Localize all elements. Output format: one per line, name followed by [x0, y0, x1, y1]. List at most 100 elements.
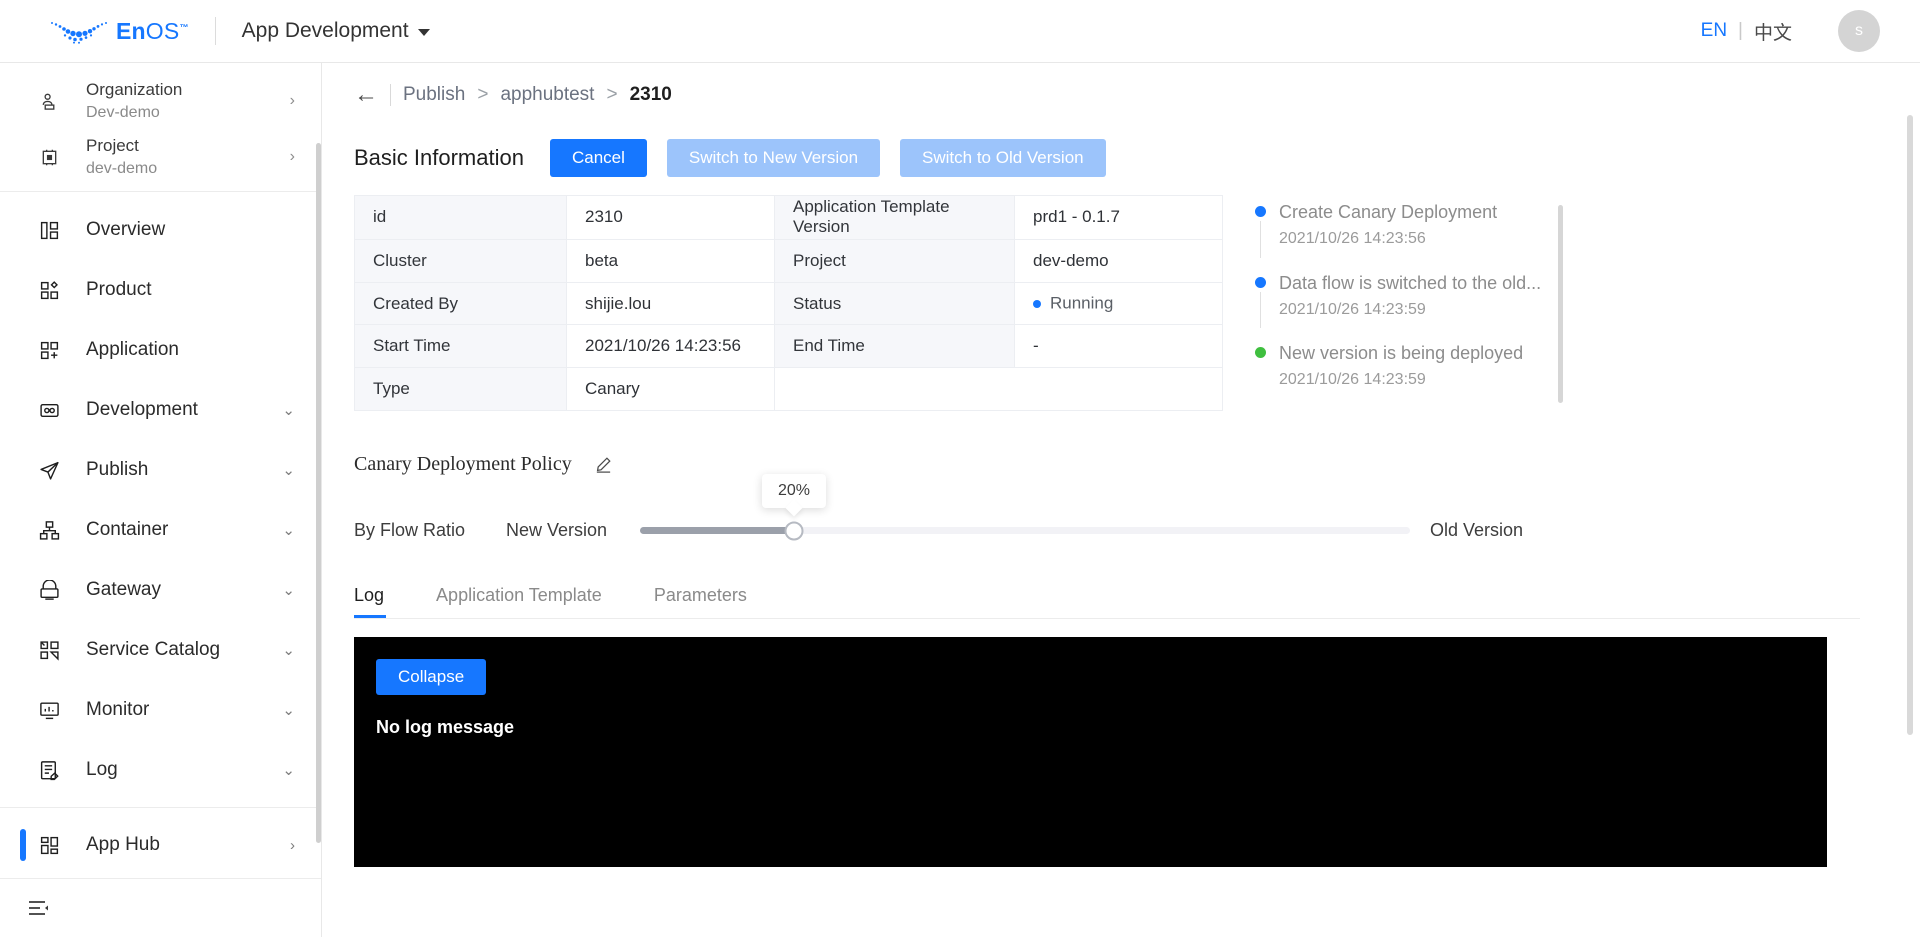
log-empty-message: No log message	[376, 717, 515, 738]
timeline-rail	[1245, 199, 1279, 258]
timeline-title: Data flow is switched to the old...	[1279, 272, 1542, 293]
lang-zh-option[interactable]: 中文	[1754, 18, 1792, 45]
sidebar-item-gateway[interactable]: Gateway ⌄	[0, 560, 321, 620]
slider-fill	[640, 527, 794, 535]
lang-en-option[interactable]: EN	[1701, 20, 1727, 42]
chevron-down-icon: ⌄	[282, 702, 295, 719]
sidebar-item-monitor[interactable]: Monitor ⌄	[0, 680, 321, 740]
lang-separator: |	[1738, 20, 1743, 41]
table-cell-label: Cluster	[354, 238, 567, 283]
organization-label: Organization	[86, 79, 183, 99]
gateway-icon	[36, 579, 62, 601]
table-cell-label: Start Time	[354, 324, 567, 369]
tab-log[interactable]: Log	[354, 585, 387, 620]
sidebar-item-service-catalog[interactable]: Service Catalog ⌄	[0, 620, 321, 680]
timeline-body: New version is being deployed 2021/10/26 …	[1279, 340, 1523, 393]
enos-logo-mark	[48, 18, 110, 44]
sidebar-item-log[interactable]: Log ⌄	[0, 740, 321, 800]
breadcrumb-separator: >	[477, 84, 489, 105]
flow-ratio-slider[interactable]: 20%	[640, 474, 1410, 541]
switch-to-old-version-button[interactable]: Switch to Old Version	[900, 139, 1106, 177]
app-switcher-label: App Development	[241, 19, 409, 42]
edit-pencil-icon[interactable]	[594, 455, 613, 474]
chevron-down-icon: ⌄	[282, 402, 295, 419]
breadcrumb-separator: >	[606, 84, 618, 105]
organization-icon	[36, 92, 62, 111]
table-cell-value: Canary	[566, 367, 775, 412]
status-badge: Running	[1014, 281, 1223, 326]
breadcrumb-current: 2310	[629, 84, 672, 105]
timeline-connector	[1260, 291, 1261, 329]
deployment-timeline: Create Canary Deployment 2021/10/26 14:23…	[1245, 195, 1625, 411]
header-divider	[214, 17, 216, 45]
logo-en: En	[116, 17, 146, 44]
sidebar-item-overview[interactable]: Overview	[0, 200, 321, 260]
tab-application-template[interactable]: Application Template	[436, 585, 602, 619]
language-switcher: EN | 中文	[1701, 18, 1792, 45]
table-cell-label: Created By	[354, 281, 567, 326]
container-icon	[36, 520, 62, 541]
sidebar-scrollbar[interactable]	[316, 143, 321, 843]
sidebar-item-label: Gateway	[86, 579, 161, 600]
app-switcher[interactable]: App Development	[242, 19, 430, 43]
chevron-down-icon: ⌄	[282, 522, 295, 539]
sidebar-item-container[interactable]: Container ⌄	[0, 500, 321, 560]
timeline-connector	[1260, 221, 1261, 258]
status-label: Running	[1050, 293, 1114, 313]
organization-value: Dev-demo	[86, 103, 160, 121]
publish-icon	[36, 460, 62, 481]
project-value: dev-demo	[86, 159, 158, 177]
project-label: Project	[86, 135, 139, 155]
application-icon	[36, 340, 62, 361]
sidebar-item-label: Application	[86, 339, 179, 360]
sidebar-context-block: Organization Dev-demo › Project dev-demo…	[0, 63, 321, 192]
status-dot-icon	[1033, 299, 1041, 308]
sidebar-item-publish[interactable]: Publish ⌄	[0, 440, 321, 500]
timeline-timestamp: 2021/10/26 14:23:59	[1279, 371, 1426, 389]
project-text: Project dev-demo	[86, 135, 157, 180]
main-scrollbar[interactable]	[1907, 115, 1913, 735]
sidebar-item-development[interactable]: Development ⌄	[0, 380, 321, 440]
breadcrumb-item-publish[interactable]: Publish	[403, 84, 465, 106]
cancel-button[interactable]: Cancel	[549, 139, 647, 177]
sidebar-item-project[interactable]: Project dev-demo ›	[0, 129, 321, 185]
sidebar-nav-list: Overview Product Application Development ⌄ Pu…	[0, 192, 321, 922]
timeline-timestamp: 2021/10/26 14:23:56	[1279, 229, 1426, 247]
collapse-sidebar-icon[interactable]	[28, 899, 50, 917]
sidebar-item-label: Container	[86, 519, 169, 540]
sidebar-item-app-hub[interactable]: App Hub ›	[0, 815, 321, 875]
chevron-right-icon: ›	[289, 148, 295, 165]
sidebar-item-label: Development	[86, 399, 198, 420]
table-cell-label: Status	[774, 281, 1015, 326]
canary-policy-header: Canary Deployment Policy	[322, 411, 1920, 476]
log-console: Collapse No log message	[354, 637, 1827, 868]
info-and-timeline-row: id 2310 Application Template Version prd1 -…	[322, 177, 1920, 412]
slider-handle[interactable]	[784, 521, 804, 541]
timeline-scrollbar[interactable]	[1558, 205, 1563, 403]
sidebar-item-organization[interactable]: Organization Dev-demo ›	[0, 73, 321, 129]
switch-to-new-version-button[interactable]: Switch to New Version	[666, 139, 881, 177]
chevron-down-icon	[417, 29, 430, 36]
avatar[interactable]: s	[1838, 10, 1880, 52]
table-cell-empty	[774, 367, 1223, 412]
timeline-title: New version is being deployed	[1279, 343, 1524, 364]
chevron-down-icon: ⌄	[282, 642, 295, 659]
table-row: Created By shijie.lou Status Running	[354, 281, 1223, 326]
app-hub-icon	[36, 835, 62, 856]
back-arrow-icon[interactable]: ←	[354, 83, 378, 107]
tab-parameters[interactable]: Parameters	[654, 585, 747, 619]
timeline-rail	[1245, 340, 1279, 393]
sidebar-item-label: App Hub	[86, 834, 160, 855]
collapse-button[interactable]: Collapse	[376, 659, 487, 696]
breadcrumb-item-apphubtest[interactable]: apphubtest	[500, 84, 594, 106]
sidebar-item-application[interactable]: Application	[0, 320, 321, 380]
timeline-item: Data flow is switched to the old... 2021/…	[1245, 270, 1625, 341]
new-version-label: New Version	[506, 520, 608, 541]
sidebar-footer	[0, 878, 321, 937]
table-cell-label: Application Template Version	[774, 195, 1015, 240]
page-title: Basic Information	[354, 145, 524, 170]
sidebar-item-product[interactable]: Product	[0, 260, 321, 320]
timeline-rail	[1245, 270, 1279, 329]
enos-logo[interactable]: EnOS™	[48, 18, 189, 45]
table-row: id 2310 Application Template Version prd1 -…	[354, 195, 1223, 240]
